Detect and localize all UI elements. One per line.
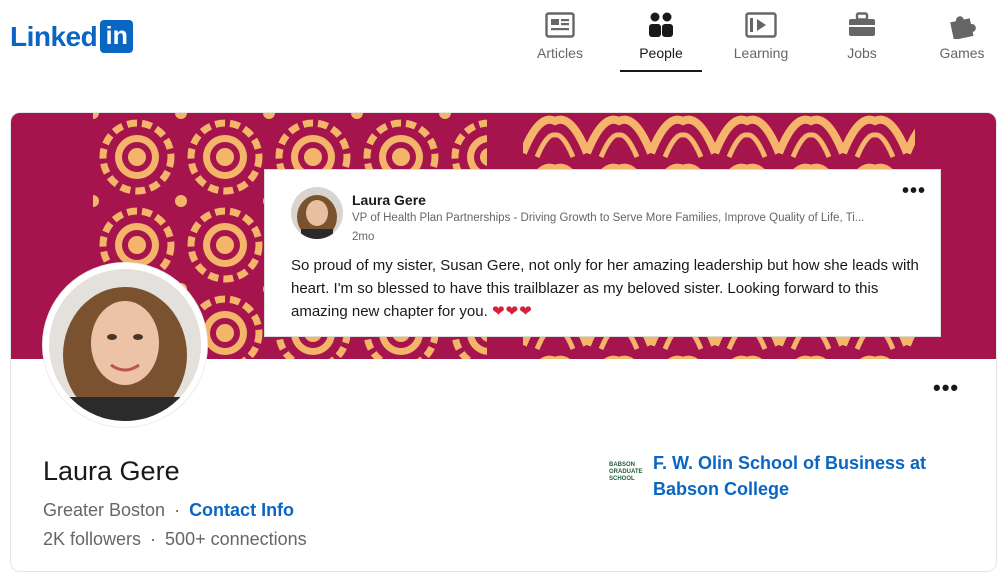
followers-count[interactable]: 2K followers xyxy=(43,529,141,550)
profile-photo xyxy=(49,269,201,421)
separator: · xyxy=(150,529,157,549)
nav-label: Learning xyxy=(733,45,789,61)
nav-label: Jobs xyxy=(847,45,877,61)
post-author-name[interactable]: Laura Gere xyxy=(352,192,426,208)
nav-jobs[interactable]: Jobs xyxy=(822,10,902,72)
nav-label: Articles xyxy=(537,45,583,61)
nav-articles[interactable]: Articles xyxy=(520,10,600,72)
contact-info-link[interactable]: Contact Info xyxy=(189,500,294,521)
nav-label: Games xyxy=(939,45,985,61)
nav-people[interactable]: People xyxy=(620,10,702,72)
linkedin-logo[interactable]: Linked in xyxy=(10,20,134,53)
logo-wordmark: Linked xyxy=(10,20,98,52)
post-author-avatar[interactable] xyxy=(291,187,343,239)
logo-in-box: in xyxy=(100,20,134,53)
articles-icon xyxy=(544,10,576,40)
heart-emoji-icon: ❤❤❤ xyxy=(491,303,533,320)
post-text: So proud of my sister, Susan Gere, not o… xyxy=(291,257,919,320)
post-more-options-icon[interactable]: ••• xyxy=(902,180,926,203)
education-entry[interactable]: BABSON GRADUATE SCHOOL F. W. Olin School… xyxy=(609,450,953,502)
people-icon xyxy=(645,10,677,40)
briefcase-icon xyxy=(846,10,878,40)
nav-learning[interactable]: Learning xyxy=(721,10,801,72)
school-logo: BABSON GRADUATE SCHOOL xyxy=(609,462,643,482)
profile-location: Greater Boston xyxy=(43,500,166,520)
nav-games[interactable]: Games xyxy=(922,10,1000,72)
profile-avatar[interactable] xyxy=(43,263,207,427)
post-body-text: So proud of my sister, Susan Gere, not o… xyxy=(291,254,931,323)
learning-icon xyxy=(745,10,777,40)
profile-name: Laura Gere xyxy=(43,456,180,486)
shared-post-card[interactable]: Laura Gere VP of Health Plan Partnership… xyxy=(264,169,941,337)
nav-label: People xyxy=(639,45,683,61)
profile-card: Laura Gere VP of Health Plan Partnership… xyxy=(10,112,997,572)
school-name-link[interactable]: F. W. Olin School of Business at Babson … xyxy=(653,450,953,502)
puzzle-icon xyxy=(946,10,978,40)
connections-count[interactable]: 500+ connections xyxy=(165,529,307,550)
post-timestamp: 2mo xyxy=(352,231,375,243)
separator: · xyxy=(174,500,181,520)
post-author-headline: VP of Health Plan Partnerships - Driving… xyxy=(352,212,865,224)
top-navigation-bar: Linked in Articles People Learning Jobs … xyxy=(0,0,1000,78)
profile-location-row: Greater Boston · Contact Info xyxy=(43,500,294,521)
profile-more-options-icon[interactable]: ••• xyxy=(933,375,959,401)
profile-stats-row: 2K followers · 500+ connections xyxy=(43,529,307,550)
